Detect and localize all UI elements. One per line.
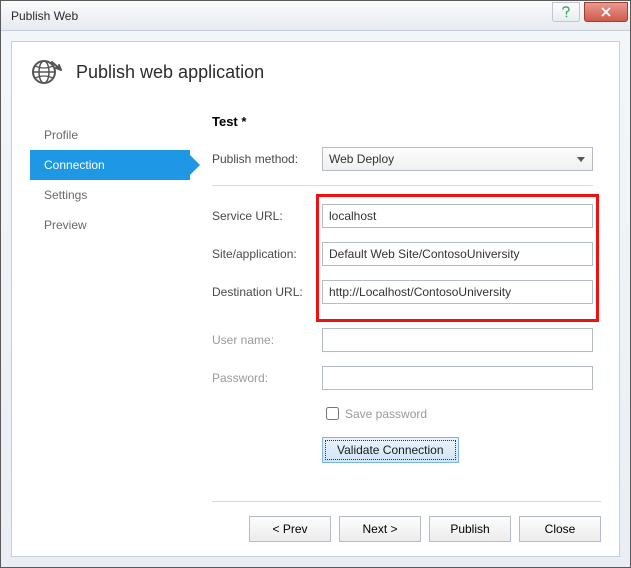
main-panel: Test * Publish method: Web Deploy Servic… (190, 100, 601, 463)
sidebar-item-connection[interactable]: Connection (30, 150, 190, 180)
save-password-label: Save password (345, 407, 427, 421)
validate-connection-button[interactable]: Validate Connection (322, 437, 459, 463)
page-title: Publish web application (76, 62, 264, 83)
close-button[interactable]: Close (519, 516, 601, 542)
next-button[interactable]: Next > (339, 516, 421, 542)
sidebar-item-settings[interactable]: Settings (30, 180, 190, 210)
site-application-input[interactable] (322, 242, 593, 266)
close-window-button[interactable] (584, 2, 628, 22)
wizard-sidebar: Profile Connection Settings Preview (30, 100, 190, 463)
sidebar-item-label: Connection (44, 158, 105, 172)
dialog-window: Publish Web (0, 0, 631, 568)
password-input[interactable] (322, 366, 593, 390)
publish-method-select[interactable]: Web Deploy (322, 147, 593, 171)
service-url-input[interactable] (322, 204, 593, 228)
password-label: Password: (212, 371, 322, 385)
help-button[interactable] (552, 2, 580, 22)
client-area: Publish web application Profile Connecti… (11, 41, 620, 557)
prev-button[interactable]: < Prev (249, 516, 331, 542)
sidebar-item-label: Settings (44, 188, 87, 202)
site-application-label: Site/application: (212, 247, 322, 261)
publish-method-label: Publish method: (212, 152, 322, 166)
section-title: Test * (212, 114, 593, 129)
separator (212, 185, 593, 186)
globe-publish-icon (30, 56, 62, 88)
username-input[interactable] (322, 328, 593, 352)
sidebar-item-preview[interactable]: Preview (30, 210, 190, 240)
help-icon (561, 6, 571, 18)
publish-button[interactable]: Publish (429, 516, 511, 542)
destination-url-input[interactable] (322, 280, 593, 304)
service-url-label: Service URL: (212, 209, 322, 223)
sidebar-item-label: Preview (44, 218, 87, 232)
save-password-checkbox[interactable] (326, 407, 339, 420)
window-title: Publish Web (11, 9, 78, 23)
header: Publish web application (12, 42, 619, 100)
highlighted-fields-group: Service URL: Site/application: Destinati… (212, 204, 593, 304)
footer-buttons: < Prev Next > Publish Close (212, 501, 601, 542)
sidebar-item-label: Profile (44, 128, 78, 142)
titlebar: Publish Web (1, 1, 630, 31)
sidebar-item-profile[interactable]: Profile (30, 120, 190, 150)
username-label: User name: (212, 333, 322, 347)
destination-url-label: Destination URL: (212, 285, 322, 299)
close-icon (600, 7, 612, 17)
